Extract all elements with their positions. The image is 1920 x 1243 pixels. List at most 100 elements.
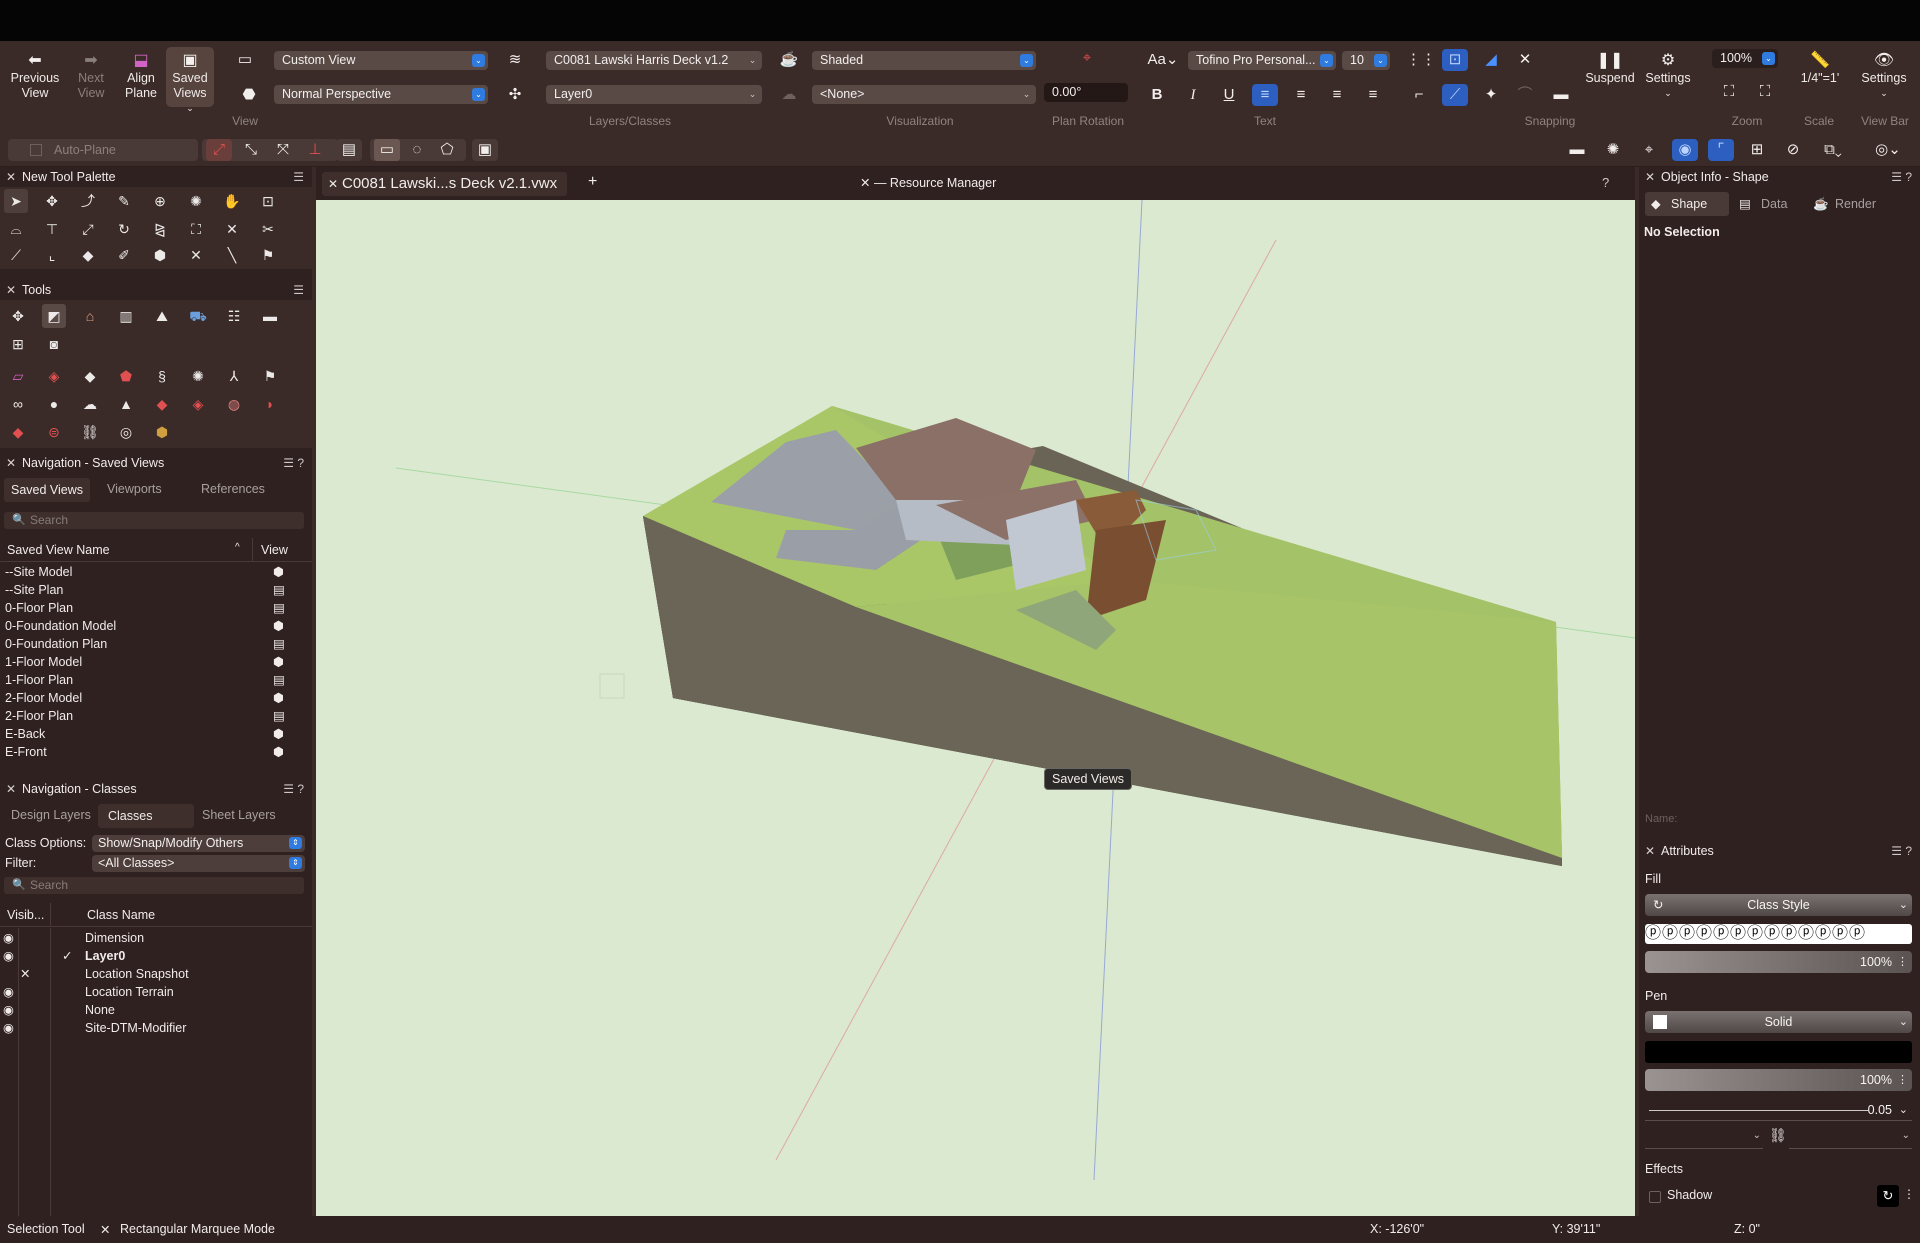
auto-plane-button[interactable]: Auto-Plane bbox=[8, 139, 198, 161]
nurbs-icon[interactable]: ⚑ bbox=[258, 364, 282, 388]
hand-icon[interactable]: ✋ bbox=[220, 189, 244, 213]
x-icon[interactable]: ✕ bbox=[184, 243, 208, 267]
link-icon[interactable]: ⛓ bbox=[1769, 1127, 1787, 1144]
section-view-icon[interactable]: ▤ bbox=[336, 139, 362, 161]
font-size-select[interactable]: 10 ⌄ bbox=[1342, 51, 1390, 70]
tab-viewports[interactable]: Viewports bbox=[107, 482, 162, 496]
fit-to-objects-icon[interactable]: ⛶ bbox=[1752, 81, 1778, 103]
dimension-icon[interactable]: ⊤ bbox=[40, 217, 64, 241]
snap-working-plane-icon[interactable]: ▬ bbox=[1548, 84, 1574, 106]
subdivision-icon[interactable]: ⊜ bbox=[42, 420, 66, 444]
close-icon[interactable]: ✕ bbox=[6, 453, 16, 473]
site-planning-icon[interactable]: ◩ bbox=[42, 304, 66, 328]
tab-saved-views[interactable]: Saved Views bbox=[4, 478, 91, 502]
column-class-name[interactable]: Class Name bbox=[87, 908, 155, 922]
saved-view-row[interactable]: 0-Foundation Model ⬢ bbox=[5, 618, 305, 635]
class-row[interactable]: ◉ Location Terrain bbox=[0, 984, 312, 1001]
add-tab-button[interactable]: + bbox=[588, 173, 597, 191]
view-select[interactable]: Custom View ⌄ bbox=[274, 51, 488, 70]
classes-icon[interactable]: ✣ bbox=[502, 84, 528, 106]
crosshair-icon[interactable]: ⌖ bbox=[1636, 139, 1662, 161]
saved-views-button[interactable]: ▣ Saved Views ⌄ bbox=[166, 47, 214, 113]
layout-icon[interactable]: ⊞ bbox=[1744, 139, 1770, 161]
brush-icon[interactable]: ⟋ bbox=[4, 243, 28, 267]
pan-2d-icon[interactable]: ✥ bbox=[40, 189, 64, 213]
render-none-select[interactable]: <None> ⌄ bbox=[812, 85, 1036, 104]
vehicles-icon[interactable]: ⛟ bbox=[186, 304, 210, 328]
layer-file-select[interactable]: C0081 Lawski Harris Deck v1.2 ⌄ bbox=[546, 51, 762, 70]
zoom-select[interactable]: 100% ⌄ bbox=[1712, 49, 1778, 68]
constrained-icon[interactable]: ⤢ bbox=[76, 217, 100, 241]
previous-view-button[interactable]: ⬅ Previous View bbox=[8, 51, 62, 101]
shadow-settings-icon[interactable]: ↻ bbox=[1877, 1185, 1899, 1207]
menu-icon[interactable]: ☰ bbox=[293, 167, 304, 187]
more-icon[interactable]: ⋮ bbox=[1897, 1069, 1908, 1091]
selection-tool-icon[interactable]: ➤ bbox=[4, 189, 28, 213]
saved-view-row[interactable]: 2-Floor Plan ▤ bbox=[5, 708, 305, 725]
saved-view-row[interactable]: 0-Foundation Plan ▤ bbox=[5, 636, 305, 653]
align-center-icon[interactable]: ≡ bbox=[1288, 84, 1314, 106]
corner-icon[interactable]: ⌜ bbox=[1708, 139, 1734, 161]
class-row[interactable]: ◉ None bbox=[0, 1002, 312, 1019]
hardscape-icon[interactable]: ☷ bbox=[222, 304, 246, 328]
3d-reshape-icon[interactable]: ✺ bbox=[186, 364, 210, 388]
reshape-icon[interactable]: ⤴ bbox=[76, 189, 100, 213]
detailing-icon[interactable]: ▥ bbox=[114, 304, 138, 328]
basic-tools-icon[interactable]: ✥ bbox=[6, 304, 30, 328]
hemisphere-icon[interactable]: ☁ bbox=[78, 392, 102, 416]
saved-view-row[interactable]: 1-Floor Plan ▤ bbox=[5, 672, 305, 689]
close-icon[interactable]: ✕ bbox=[1645, 167, 1655, 187]
next-view-button[interactable]: ➡ Next View bbox=[66, 51, 116, 101]
plane-mode-icon[interactable]: ▱ bbox=[6, 364, 30, 388]
visualization-tools-icon[interactable]: ◙ bbox=[42, 332, 66, 356]
snap-angle-icon[interactable]: ◢ bbox=[1478, 49, 1504, 71]
projection-select[interactable]: Normal Perspective ⌄ bbox=[274, 85, 488, 104]
eyedropper-icon[interactable]: ✎ bbox=[112, 189, 136, 213]
snap-tangent-icon[interactable]: ⌒ bbox=[1512, 84, 1538, 106]
spaces-icon[interactable]: ⊞ bbox=[6, 332, 30, 356]
saved-view-row[interactable]: 2-Floor Model ⬢ bbox=[5, 690, 305, 707]
layer-select[interactable]: Layer0 ⌄ bbox=[546, 85, 762, 104]
more-icon[interactable]: ⋮ bbox=[1897, 951, 1908, 973]
loft-icon[interactable]: ∞ bbox=[6, 392, 30, 416]
snap-distance-icon[interactable]: ⌐ bbox=[1406, 84, 1432, 106]
resource-manager-tab[interactable]: ✕ — Resource Manager bbox=[860, 175, 996, 190]
menu-help-icon[interactable]: ☰ ? bbox=[1891, 841, 1912, 861]
offset-icon[interactable]: ✐ bbox=[112, 243, 136, 267]
snap-smart-points-icon[interactable]: ⟋ bbox=[1442, 84, 1468, 106]
fill-style-select[interactable]: ↻ Class Style ⌄ bbox=[1645, 894, 1912, 916]
close-icon[interactable]: ✕ — bbox=[860, 176, 890, 190]
align-left-icon[interactable]: ≡ bbox=[1252, 84, 1278, 106]
sweep-icon[interactable]: § bbox=[150, 364, 174, 388]
column-visibility[interactable]: Visib... bbox=[7, 908, 44, 922]
shell-icon[interactable]: ◆ bbox=[150, 392, 174, 416]
tab-design-layers[interactable]: Design Layers bbox=[11, 808, 91, 822]
line-start-select[interactable]: ⌄ bbox=[1645, 1127, 1763, 1149]
scale-tool-icon[interactable]: ⛶ bbox=[184, 217, 208, 241]
snap-settings-button[interactable]: ⚙ Settings ⌄ bbox=[1640, 51, 1696, 101]
align-right-icon[interactable]: ≡ bbox=[1324, 84, 1350, 106]
building-shell-icon[interactable]: ⌂ bbox=[78, 304, 102, 328]
tab-data[interactable]: ▤ Data bbox=[1731, 192, 1801, 216]
font-select[interactable]: Tofino Pro Personal... ⌄ bbox=[1188, 51, 1336, 70]
mirror-icon[interactable]: ⧎ bbox=[148, 217, 172, 241]
justify-icon[interactable]: ≡ bbox=[1360, 84, 1386, 106]
close-icon[interactable]: ✕ bbox=[1645, 841, 1655, 861]
dimension-tools-icon[interactable]: ▬ bbox=[258, 304, 282, 328]
view-bar-settings-button[interactable]: 👁 Settings ⌄ bbox=[1856, 51, 1912, 101]
chamfer-icon[interactable]: ◍ bbox=[222, 392, 246, 416]
drawing-canvas[interactable]: Saved Views bbox=[316, 200, 1635, 1216]
box-icon[interactable]: ⬢ bbox=[150, 420, 174, 444]
snap-object-icon[interactable]: ⊡ bbox=[1442, 49, 1468, 71]
tab-shape[interactable]: ◆ Shape bbox=[1645, 192, 1729, 216]
saved-view-row[interactable]: 0-Floor Plan ▤ bbox=[5, 600, 305, 617]
menu-help-icon[interactable]: ☰ ? bbox=[1891, 167, 1912, 187]
fit-to-window-icon[interactable]: ⛶ bbox=[1716, 81, 1742, 103]
pen-style-select[interactable]: Solid ⌄ bbox=[1645, 1011, 1912, 1033]
line-icon[interactable]: ╲ bbox=[220, 243, 244, 267]
taper-face-icon[interactable]: ◗ bbox=[258, 392, 282, 416]
selection-options-icon[interactable]: ▣ bbox=[472, 139, 498, 161]
display-options-icon[interactable]: ◎⌄ bbox=[1870, 139, 1906, 161]
close-icon[interactable]: ✕ bbox=[328, 172, 338, 196]
snap-grid-icon[interactable]: ⋮⋮ bbox=[1406, 49, 1436, 71]
